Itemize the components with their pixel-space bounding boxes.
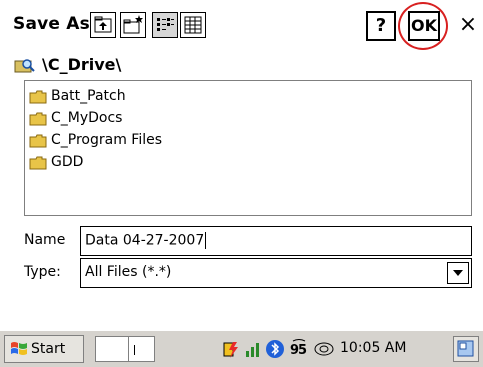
list-view-icon (157, 18, 174, 31)
type-value: All Files (*.*) (85, 264, 172, 280)
folder-icon (29, 112, 47, 126)
start-button[interactable]: Start (4, 335, 84, 363)
file-name: Batt_Patch (51, 88, 126, 104)
network-icon[interactable]: 9 5 (289, 339, 311, 359)
text-caret (205, 232, 207, 249)
up-folder-icon (94, 16, 112, 33)
bluetooth-icon[interactable] (265, 339, 285, 359)
input-panel-divider (134, 345, 135, 355)
desktop-button[interactable] (453, 336, 479, 362)
file-name: GDD (51, 154, 84, 170)
title-bar: Save As ? OK × (0, 0, 483, 50)
list-item[interactable]: C_Program Files (29, 130, 329, 152)
taskbar: Start 9 5 10:05 AM (0, 330, 483, 367)
file-name: C_MyDocs (51, 110, 123, 126)
name-label: Name (24, 232, 66, 248)
system-tray: 9 5 10:05 AM (217, 335, 481, 363)
file-list[interactable]: Batt_Patch C_MyDocs C_Program Files GDD (24, 80, 472, 216)
start-label: Start (31, 341, 66, 357)
list-item[interactable]: GDD (29, 152, 329, 174)
list-view-button[interactable] (152, 12, 178, 38)
path-label: \C_Drive\ (42, 55, 122, 74)
details-view-icon (184, 16, 202, 34)
close-button[interactable]: × (454, 11, 482, 41)
desktop-icon (457, 340, 474, 357)
up-folder-button[interactable] (90, 12, 116, 38)
battery-icon[interactable] (221, 339, 241, 359)
help-button[interactable]: ? (366, 11, 396, 41)
input-panel-button[interactable] (95, 336, 155, 362)
list-item[interactable]: Batt_Patch (29, 86, 329, 108)
svg-text:5: 5 (298, 343, 307, 358)
folder-icon (29, 156, 47, 170)
drive-search-icon (14, 59, 35, 73)
new-folder-icon (123, 15, 143, 34)
list-item[interactable]: C_MyDocs (29, 108, 329, 130)
connection-icon[interactable] (313, 339, 335, 359)
ok-button[interactable]: OK (408, 11, 440, 41)
folder-icon (29, 90, 47, 104)
folder-icon (29, 134, 47, 148)
windows-flag-icon (11, 342, 27, 355)
name-value: Data 04-27-2007 (85, 232, 205, 249)
signal-icon[interactable] (243, 339, 263, 359)
input-panel-slot (96, 337, 129, 361)
name-input[interactable]: Data 04-27-2007 (80, 226, 472, 256)
type-label: Type: (24, 264, 61, 280)
chevron-down-icon (453, 270, 463, 276)
clock[interactable]: 10:05 AM (340, 340, 406, 356)
type-dropdown-button[interactable] (447, 262, 469, 284)
dialog-title: Save As (13, 14, 90, 34)
new-folder-button[interactable] (120, 12, 146, 38)
file-name: C_Program Files (51, 132, 163, 148)
type-select[interactable]: All Files (*.*) (80, 258, 472, 288)
details-view-button[interactable] (180, 12, 206, 38)
